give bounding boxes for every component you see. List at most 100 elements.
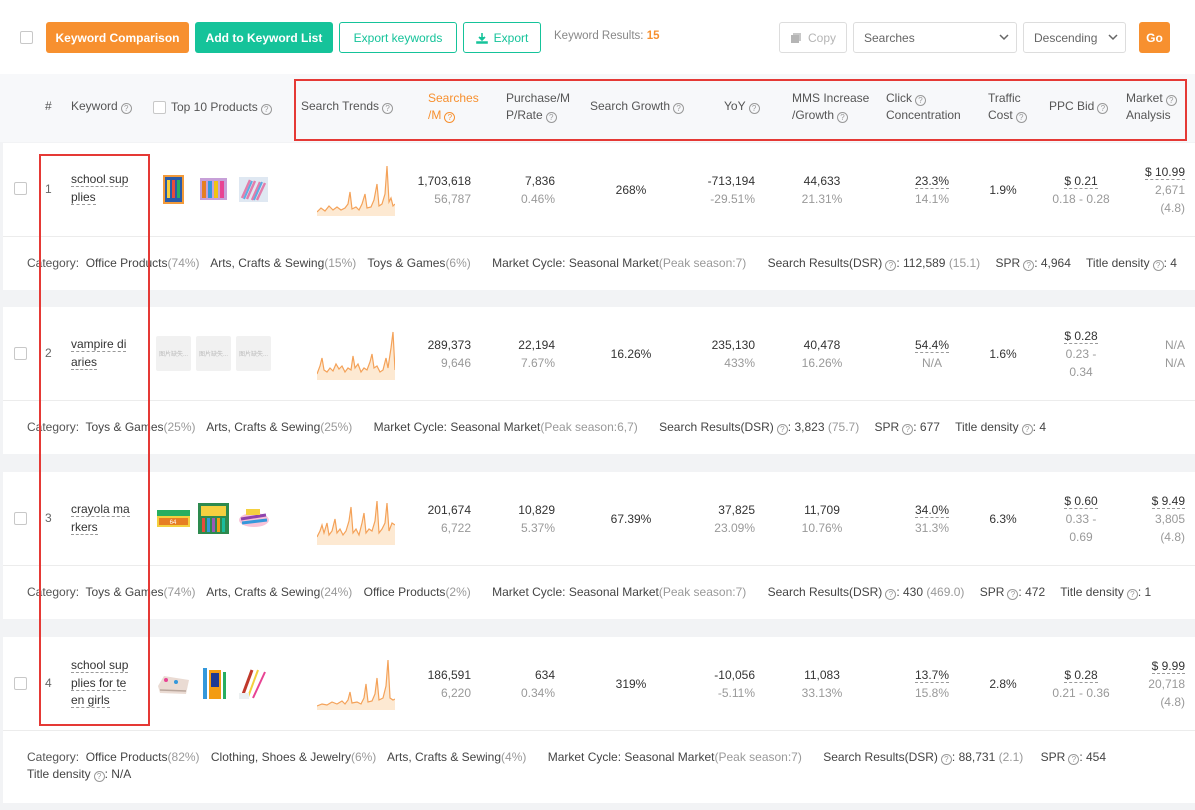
help-icon[interactable]: ? [1068,754,1080,765]
table-row: 2 vampire di aries 图片缺失... 图片缺失... 图片缺失..… [3,307,1195,454]
help-icon[interactable]: ? [1021,424,1033,435]
row-checkbox[interactable] [14,182,27,195]
ppc-value[interactable]: $ 0.21 [1064,174,1098,189]
chevron-down-icon [999,34,1009,41]
keyword-link[interactable]: crayola ma rkers [71,501,143,536]
keyword-link[interactable]: school sup plies [71,171,143,206]
spr-value: : 472 [1018,585,1046,599]
header-top10-label: Top 10 Products [171,100,258,114]
searches-cell: 1,703,618 56,787 [411,172,471,208]
help-icon[interactable]: ? [885,589,897,600]
market-cell: $ 9.99 20,718 (4.8) [1125,657,1185,711]
help-icon[interactable]: ? [885,260,897,271]
help-icon[interactable]: ? [902,424,914,435]
market-price[interactable]: $ 10.99 [1144,165,1185,180]
click-cell: 13.7% 15.8% [902,666,962,702]
row-main: 4 school sup plies for te en girls 186,591… [3,637,1195,731]
help-icon[interactable]: ? [776,424,788,435]
help-icon[interactable]: ? [1165,95,1177,106]
header-number: # [45,99,52,113]
header-yoy[interactable]: YoY? [724,98,760,115]
header-search-growth[interactable]: Search Growth? [590,98,685,115]
keyword-link[interactable]: vampire di aries [71,336,143,371]
search-results-value: : 112,589 [896,256,946,270]
keyword-line: plies for te [71,675,127,691]
click-sub: N/A [921,356,942,370]
market-cell: $ 9.49 3,805 (4.8) [1125,492,1185,546]
help-icon[interactable]: ? [1015,112,1027,123]
product-thumbnail[interactable] [236,501,271,536]
help-icon[interactable]: ? [915,95,926,106]
keyword-link[interactable]: school sup plies for te en girls [71,657,143,710]
ppc-value[interactable]: $ 0.28 [1064,668,1098,683]
header-purchase[interactable]: Purchase/M P/Rate? [506,90,570,124]
product-thumbnail-missing[interactable]: 图片缺失... [196,336,231,371]
header-searches[interactable]: Searches/M? [428,90,479,124]
help-icon[interactable]: ? [1126,589,1138,600]
header-mms[interactable]: MMS Increase/Growth? [792,90,869,124]
help-icon[interactable]: ? [120,103,132,114]
help-icon[interactable]: ? [940,754,952,765]
product-thumbnail[interactable] [236,666,271,701]
header-ppc-bid[interactable]: PPC Bid? [1049,98,1109,115]
row-checkbox[interactable] [14,512,27,525]
click-value[interactable]: 23.3% [914,174,950,189]
help-icon[interactable]: ? [1097,103,1109,114]
header-click-concentration[interactable]: Click? Concentration [886,90,961,124]
select-all-checkbox[interactable] [20,31,33,44]
product-thumbnail[interactable] [196,172,231,207]
product-thumbnail[interactable] [236,172,271,207]
header-keyword[interactable]: Keyword? [71,98,132,115]
product-thumbnail-missing[interactable]: 图片缺失... [156,336,191,371]
help-icon[interactable]: ? [673,103,685,114]
ppc-value[interactable]: $ 0.60 [1064,494,1098,509]
help-icon[interactable]: ? [382,103,394,114]
mms-cell: 44,633 21.31% [792,172,852,208]
download-icon [475,32,488,44]
product-thumbnail[interactable] [196,666,231,701]
sort-order-select[interactable]: Descending [1023,22,1126,53]
header-ppc-label: PPC Bid [1049,99,1095,113]
product-thumbnail[interactable] [156,172,191,207]
market-cycle-label: Market Cycle: [547,750,622,764]
market-price[interactable]: $ 9.99 [1151,659,1185,674]
help-icon[interactable]: ? [444,112,456,123]
header-traffic-cost[interactable]: Traffic Cost? [988,90,1027,124]
header-yoy-label: YoY [724,99,746,113]
help-icon[interactable]: ? [260,104,272,115]
row-checkbox[interactable] [14,347,27,360]
header-click-line2: Concentration [886,108,961,122]
market-price[interactable]: $ 9.49 [1151,494,1185,509]
header-search-trends[interactable]: Search Trends? [301,98,394,115]
category-line: Category: Office Products(74%) Arts, Cra… [27,255,1185,272]
click-cell: 34.0% 31.3% [902,501,962,537]
row-checkbox[interactable] [14,677,27,690]
export-button[interactable]: Export [463,22,541,53]
product-thumbnail[interactable] [196,501,231,536]
ppc-value[interactable]: $ 0.28 [1064,329,1098,344]
click-value[interactable]: 13.7% [914,668,950,683]
header-market-analysis[interactable]: Market? Analysis [1126,90,1177,124]
product-thumbnail-missing[interactable]: 图片缺失... [236,336,271,371]
top10-thumbnails [156,666,271,701]
search-trend-chart [317,659,395,710]
help-icon[interactable]: ? [93,771,105,782]
keyword-comparison-button[interactable]: Keyword Comparison [46,22,189,53]
click-value[interactable]: 54.4% [914,338,950,353]
product-thumbnail[interactable]: 64 [156,501,191,536]
product-thumbnail[interactable] [156,666,191,701]
add-to-keyword-list-button[interactable]: Add to Keyword List [195,22,333,53]
help-icon[interactable]: ? [1023,260,1035,271]
click-value[interactable]: 34.0% [914,503,950,518]
export-keywords-button[interactable]: Export keywords [339,22,457,53]
category-pct: (25%) [320,420,353,434]
top10-checkbox[interactable] [153,101,166,114]
help-icon[interactable]: ? [1007,589,1019,600]
copy-button[interactable]: Copy [779,22,847,53]
help-icon[interactable]: ? [837,112,849,123]
help-icon[interactable]: ? [545,112,557,123]
sort-field-select[interactable]: Searches [853,22,1017,53]
help-icon[interactable]: ? [1152,260,1164,271]
help-icon[interactable]: ? [748,103,760,114]
go-button[interactable]: Go [1139,22,1170,53]
